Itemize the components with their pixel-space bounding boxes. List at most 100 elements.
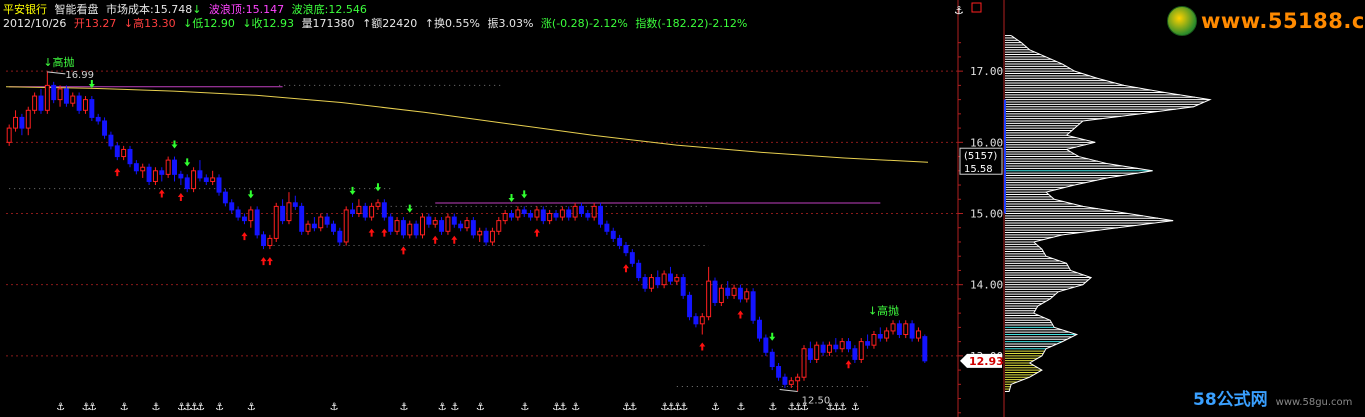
candle [661, 270, 667, 289]
candle-body [286, 202, 292, 222]
candle [6, 124, 12, 146]
sell-arrow-icon [184, 158, 191, 167]
candle [871, 330, 877, 349]
candle [89, 96, 95, 121]
candle [655, 270, 661, 289]
anchor-icon: ⚓ [736, 402, 745, 413]
candle-body [305, 223, 311, 232]
candle-body [70, 95, 76, 104]
stock-name[interactable]: 平安银行 [3, 3, 47, 16]
candle [267, 234, 273, 250]
candle [280, 199, 286, 225]
candle [528, 209, 534, 221]
candle [502, 209, 508, 225]
candle [121, 145, 127, 161]
anchor-icon: ⚓ [247, 402, 256, 413]
candle [814, 341, 820, 363]
sell-arrow-icon [349, 186, 356, 195]
candle-body [140, 166, 146, 172]
buy-arrow-icon [845, 360, 852, 369]
candlestick-chart: 17.0016.0015.0014.0013.0012.00(5157)15.5… [5, 0, 1212, 417]
candle [839, 338, 845, 353]
last-price-label: 12.93 [969, 355, 1004, 368]
candle-body [330, 223, 336, 232]
candle [521, 206, 527, 218]
candle [458, 220, 464, 232]
candle-body [521, 209, 527, 215]
buy-arrow-icon [432, 235, 439, 244]
market-cost-arrow: ↓ [192, 3, 202, 16]
buy-arrow-icon [533, 228, 540, 237]
candle-body [369, 205, 375, 218]
candle [591, 202, 597, 221]
candle [553, 209, 559, 221]
candle-body [737, 287, 743, 300]
anchor-icon: ⚓ [520, 402, 529, 413]
candle [629, 249, 635, 267]
candle-body [585, 213, 591, 218]
candle [489, 227, 495, 246]
candle-body [470, 220, 476, 236]
candle-body [400, 220, 406, 236]
candle [801, 345, 807, 381]
candle-body [636, 262, 642, 279]
quote-low: ↓低12.90 [183, 17, 235, 30]
candle-body [420, 216, 425, 236]
candle-body [210, 177, 216, 182]
candle-body [668, 273, 673, 282]
candle-body [184, 177, 190, 190]
candle [547, 209, 553, 225]
candle [381, 199, 387, 221]
candle-body [648, 277, 654, 289]
candle-body [629, 252, 635, 264]
candle [833, 338, 839, 353]
anchor-icon: ⚓ [711, 402, 720, 413]
anchor-icon: ⚓ [571, 402, 580, 413]
high-annotation-pointer [47, 71, 66, 75]
candle-body [248, 209, 254, 222]
candle [165, 156, 171, 178]
candle-body [674, 277, 680, 282]
candle [572, 202, 578, 221]
candle [922, 334, 928, 363]
candle-body [292, 202, 298, 207]
candle-body [127, 148, 133, 165]
axis-anchor-icon: ⚓ [954, 4, 964, 17]
candle-body [19, 116, 25, 129]
candle [718, 284, 724, 307]
candle [184, 174, 190, 193]
site-logo-bottom: 58公式网 www.58gu.com [1193, 385, 1353, 411]
candle [559, 206, 565, 221]
candle-body [254, 209, 260, 236]
candle-body [388, 216, 394, 232]
candle-body [534, 209, 540, 218]
anchor-icon: ⚓ [768, 402, 777, 413]
candle-body [801, 348, 807, 378]
anchor-icon: ⚓ [851, 402, 860, 413]
smart-view-label: 智能看盘 [54, 3, 99, 16]
candle [57, 85, 63, 107]
sell-arrow-icon [406, 204, 413, 213]
candle-body [706, 280, 712, 318]
candle [890, 320, 896, 335]
candle [337, 227, 343, 246]
candle-body [381, 202, 387, 218]
candle-body [464, 220, 470, 229]
candle [261, 231, 266, 250]
candle [909, 320, 915, 342]
candle [858, 338, 864, 363]
candle-body [191, 170, 197, 190]
candle-body [343, 209, 349, 243]
candle-body [566, 209, 572, 218]
candle-body [241, 216, 247, 222]
candle-body [13, 116, 19, 129]
candle-body [610, 230, 616, 239]
candle-body [362, 205, 368, 218]
candle-body [896, 323, 902, 335]
buy-arrow-icon [260, 257, 267, 266]
candle-body [51, 84, 57, 101]
candle-body [604, 223, 610, 232]
candle [140, 163, 146, 178]
candle [38, 88, 44, 114]
sell-arrow-icon [521, 190, 528, 199]
